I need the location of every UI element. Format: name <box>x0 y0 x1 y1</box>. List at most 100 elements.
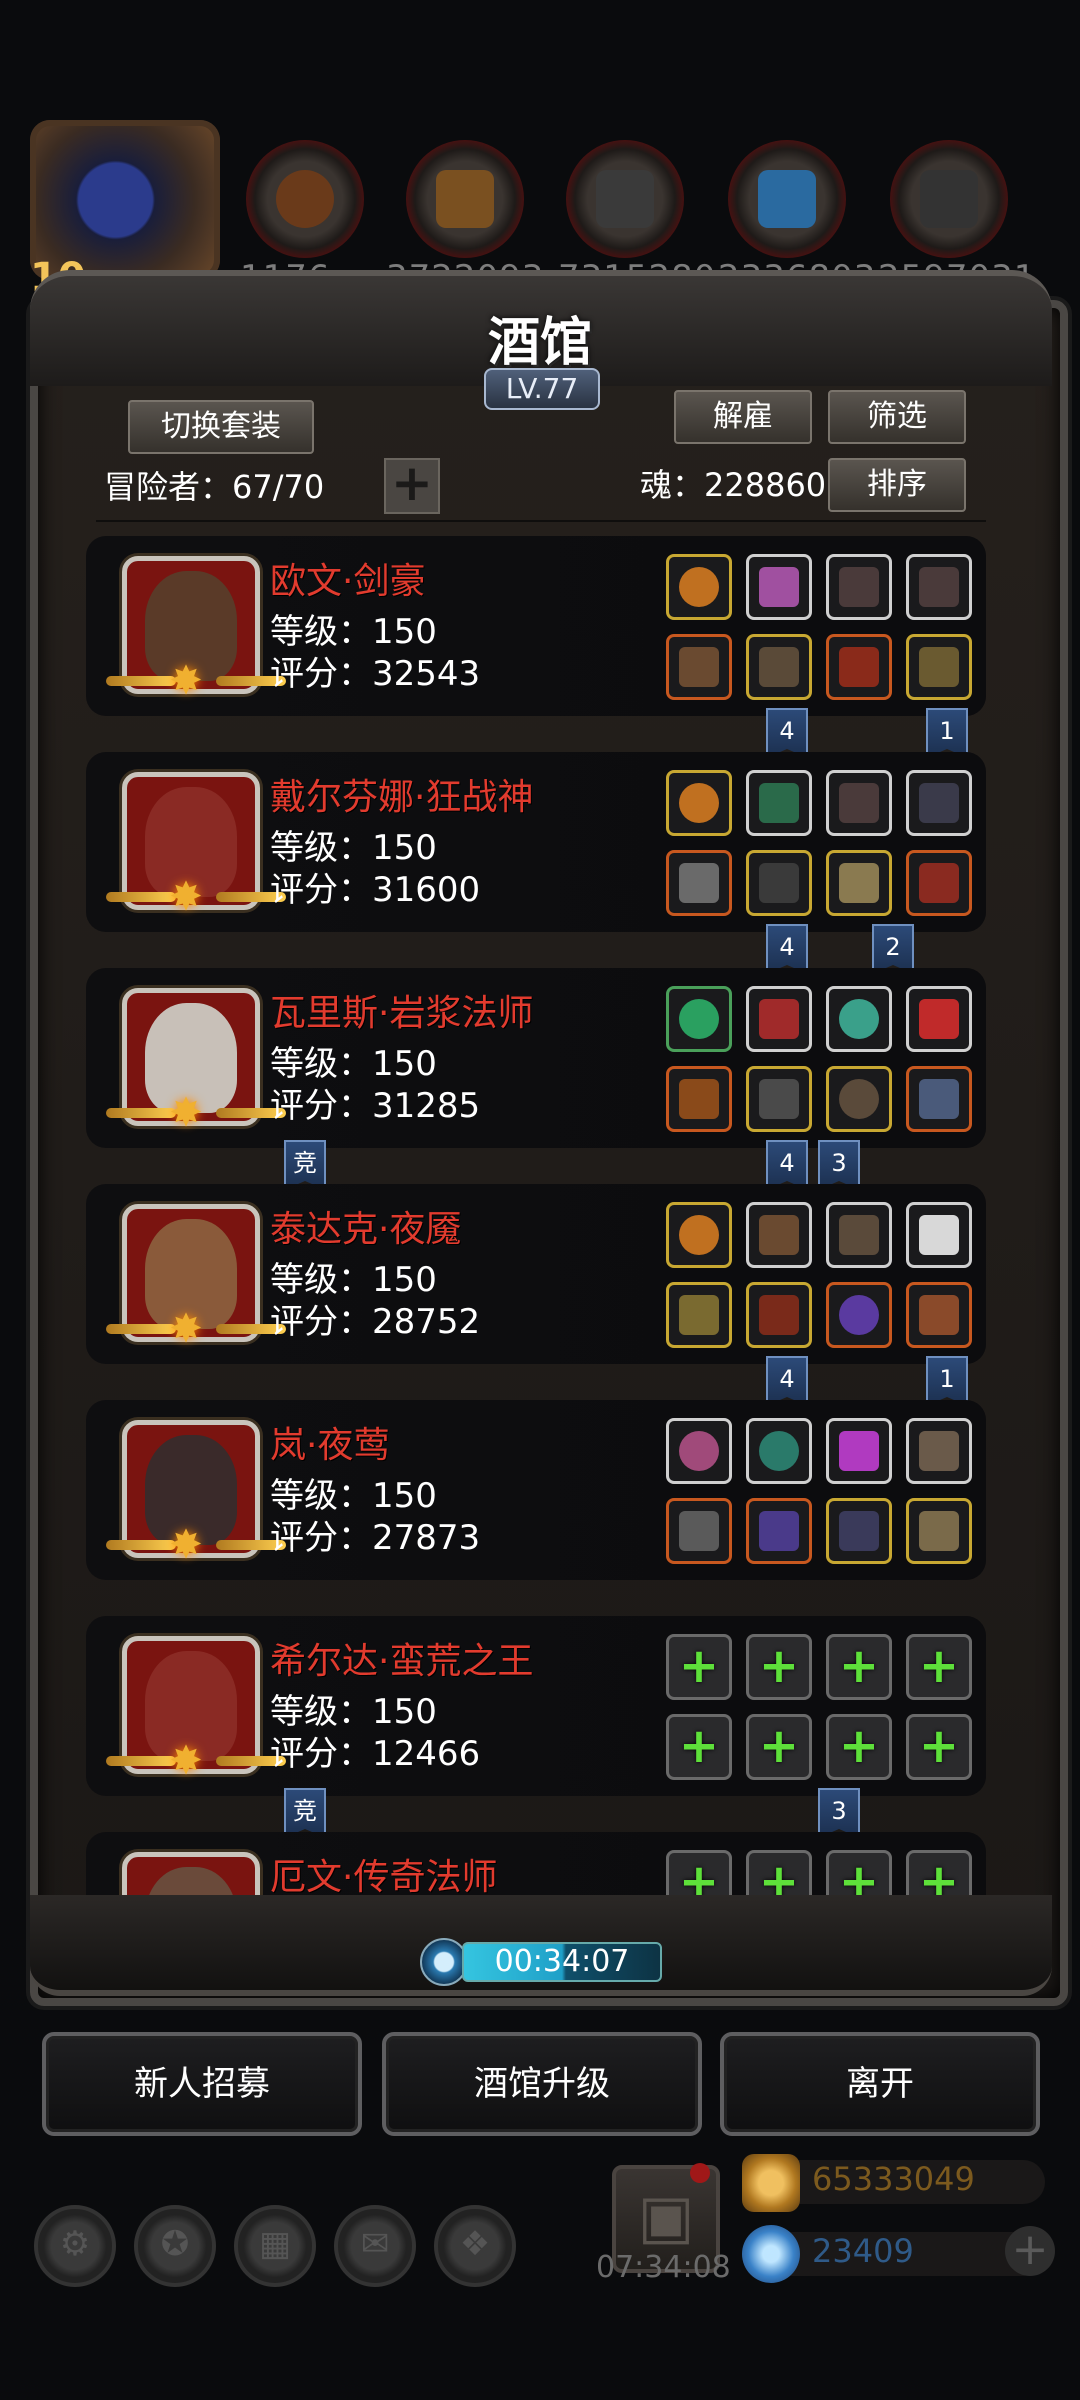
resource-crystal-icon[interactable] <box>728 140 846 258</box>
hero-star-icon: ✸ <box>169 874 203 920</box>
resource-stone-icon[interactable] <box>566 140 684 258</box>
gold-coin-icon <box>742 2154 800 2212</box>
hero-row[interactable]: ✸ 岚·夜莺 等级：150 评分：27873 <box>86 1400 986 1580</box>
equip-armor-icon[interactable] <box>746 850 812 916</box>
equip-staff-icon[interactable] <box>666 1066 732 1132</box>
hero-row[interactable]: ✸ 泰达克·夜魇 等级：150 评分：28752 <box>86 1184 986 1364</box>
equip-dagger-icon[interactable] <box>906 1282 972 1348</box>
sort-button[interactable]: 排序 <box>828 458 966 512</box>
hero-star-icon: ✸ <box>169 1522 203 1568</box>
panel-divider <box>96 520 986 522</box>
equip-necklace-icon[interactable] <box>826 1498 892 1564</box>
add-equip-slot[interactable]: + <box>826 1634 892 1700</box>
equip-feather-icon[interactable] <box>906 1202 972 1268</box>
hero-row[interactable]: ✸ 希尔达·蛮荒之王 等级：150 评分：12466 + + + + + + +… <box>86 1616 986 1796</box>
shop-icon[interactable]: ❖ <box>434 2205 516 2287</box>
equip-coat-icon[interactable] <box>746 1282 812 1348</box>
hero-name: 厄文·传奇法师 <box>270 1857 498 1898</box>
set-count-tag: 4 <box>766 1140 808 1190</box>
set-count-tag: 3 <box>818 1788 860 1838</box>
add-equip-slot[interactable]: + <box>666 1714 732 1780</box>
set-count-tag: 4 <box>766 924 808 974</box>
equip-armor-icon[interactable] <box>746 1498 812 1564</box>
plus-icon: + <box>678 1718 720 1774</box>
add-currency-button[interactable]: + <box>1005 2226 1055 2276</box>
equip-helm-icon[interactable] <box>906 850 972 916</box>
equip-horn-icon[interactable] <box>906 1498 972 1564</box>
gem-amount: 23409 <box>812 2232 914 2270</box>
switch-outfit-button[interactable]: 切换套装 <box>128 400 314 454</box>
hero-star-icon: ✸ <box>169 658 203 704</box>
add-equip-slot[interactable]: + <box>906 1634 972 1700</box>
tavern-level: LV.77 <box>484 368 600 410</box>
leave-button[interactable]: 离开 <box>720 2032 1040 2136</box>
hero-star-icon: ✸ <box>169 1090 203 1136</box>
add-equip-slot[interactable]: + <box>666 1634 732 1700</box>
equip-feather-icon[interactable] <box>826 770 892 836</box>
equip-blade-icon[interactable] <box>666 1498 732 1564</box>
filter-button[interactable]: 筛选 <box>828 390 966 444</box>
equip-feather-icon[interactable] <box>906 554 972 620</box>
resource-iron-icon[interactable] <box>890 140 1008 258</box>
equip-gun-icon[interactable] <box>826 1202 892 1268</box>
equip-stone-icon[interactable] <box>826 986 892 1052</box>
equip-shield-icon[interactable] <box>906 1418 972 1484</box>
add-equip-slot[interactable]: + <box>826 1714 892 1780</box>
equip-emblem-icon[interactable] <box>906 986 972 1052</box>
add-slot-button[interactable]: + <box>384 458 440 514</box>
equip-gauntlet-icon[interactable] <box>826 850 892 916</box>
plus-icon: + <box>758 1718 800 1774</box>
dismiss-button[interactable]: 解雇 <box>674 390 812 444</box>
equip-ring-icon[interactable] <box>666 770 732 836</box>
equip-bracer-icon[interactable] <box>746 1202 812 1268</box>
hero-name: 泰达克·夜魇 <box>270 1209 462 1250</box>
equip-sword-icon[interactable] <box>666 1282 732 1348</box>
equip-ring-icon[interactable] <box>666 1202 732 1268</box>
equip-pendant-icon[interactable] <box>826 1066 892 1132</box>
achievement-icon[interactable]: ✪ <box>134 2205 216 2287</box>
equip-ring-icon[interactable] <box>666 554 732 620</box>
plus-icon: + <box>838 1638 880 1694</box>
hero-score: 评分：31600 <box>270 870 481 910</box>
hero-row[interactable]: ✸ 欧文·剑豪 等级：150 评分：32543 <box>86 536 986 716</box>
hero-name: 戴尔芬娜·狂战神 <box>270 777 534 818</box>
equip-helm-icon[interactable] <box>826 634 892 700</box>
plus-icon: + <box>838 1718 880 1774</box>
gem-icon <box>742 2225 800 2283</box>
equip-helm-icon[interactable] <box>906 1066 972 1132</box>
equip-ring-icon[interactable] <box>666 1418 732 1484</box>
plus-icon: + <box>758 1638 800 1694</box>
guild-icon[interactable]: ▦ <box>234 2205 316 2287</box>
equip-amulet-icon[interactable] <box>746 986 812 1052</box>
recruit-button[interactable]: 新人招募 <box>42 2032 362 2136</box>
equip-sword-icon[interactable] <box>666 634 732 700</box>
mail-icon[interactable]: ✉ <box>334 2205 416 2287</box>
add-equip-slot[interactable]: + <box>906 1714 972 1780</box>
add-equip-slot[interactable]: + <box>746 1714 812 1780</box>
equip-axe-icon[interactable] <box>666 850 732 916</box>
resource-wood-icon[interactable] <box>406 140 524 258</box>
equip-orb-icon[interactable] <box>746 1418 812 1484</box>
equip-crystal-icon[interactable] <box>746 770 812 836</box>
add-equip-slot[interactable]: + <box>746 1634 812 1700</box>
equip-robe-icon[interactable] <box>746 1066 812 1132</box>
equip-gem-icon[interactable] <box>746 554 812 620</box>
equip-necklace-icon[interactable] <box>906 770 972 836</box>
panel-title: 酒馆 <box>487 312 592 373</box>
equip-gem-icon[interactable] <box>826 1418 892 1484</box>
equip-armor-icon[interactable] <box>746 634 812 700</box>
hero-list[interactable]: ✸ 欧文·剑豪 等级：150 评分：32543 4 1 ✸ 戴尔芬娜·狂战神 等… <box>86 536 986 1906</box>
equip-feather-icon[interactable] <box>826 554 892 620</box>
equip-orb-icon[interactable] <box>826 1282 892 1348</box>
settings-icon[interactable]: ⚙ <box>34 2205 116 2287</box>
resource-ore-icon[interactable] <box>246 140 364 258</box>
equip-ring-icon[interactable] <box>666 986 732 1052</box>
set-count-tag: 2 <box>872 924 914 974</box>
hero-row[interactable]: ✸ 戴尔芬娜·狂战神 等级：150 评分：31600 <box>86 752 986 932</box>
set-count-tag: 1 <box>926 708 968 758</box>
upgrade-tavern-button[interactable]: 酒馆升级 <box>382 2032 702 2136</box>
arena-tag: 竞 <box>284 1788 326 1838</box>
clock-icon <box>420 1938 468 1986</box>
hero-row[interactable]: ✸ 瓦里斯·岩浆法师 等级：150 评分：31285 <box>86 968 986 1148</box>
equip-boots-icon[interactable] <box>906 634 972 700</box>
